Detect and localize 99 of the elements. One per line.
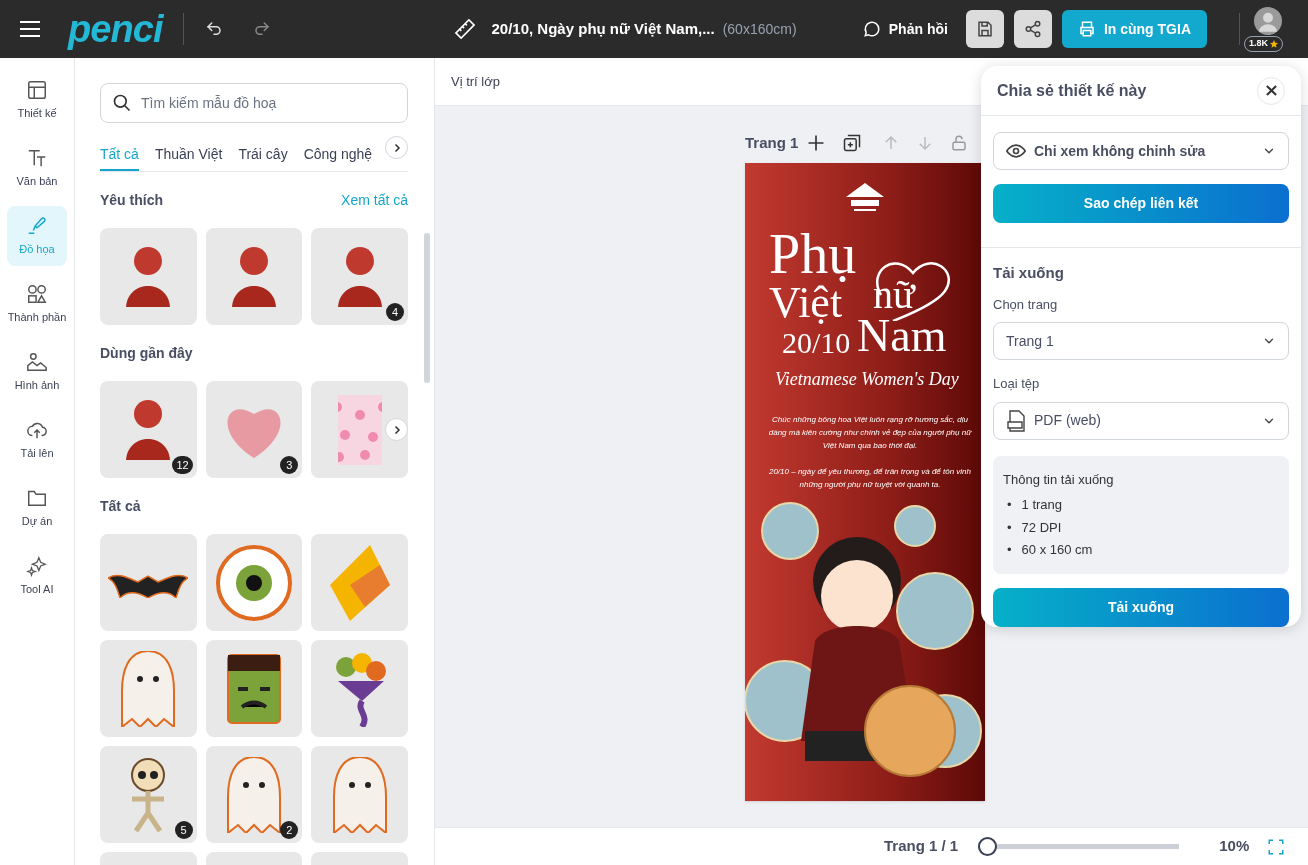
permission-dropdown[interactable]: Chỉ xem không chỉnh sửa [993, 132, 1289, 170]
design-title[interactable]: 20/10, Ngày phụ nữ Việt Nam,... [491, 17, 715, 41]
sticker-thumbnail[interactable] [205, 534, 303, 631]
sidebar-tab[interactable]: Tool AI [7, 546, 67, 606]
sparkle-icon [26, 554, 48, 577]
page-label: Trang 1 [745, 132, 799, 153]
count-badge: 3 [280, 456, 299, 474]
search-icon [112, 93, 132, 113]
sticker-thumbnail[interactable] [311, 381, 408, 478]
poster-heading: Nam [857, 313, 947, 359]
sticker-thumbnail[interactable]: 3 [205, 381, 303, 478]
copy-link-button[interactable]: Sao chép liên kết [993, 184, 1289, 223]
credit-badge: 1.8K [1244, 36, 1283, 52]
figure-drawing [337, 246, 382, 307]
fullscreen-icon[interactable] [1267, 837, 1286, 856]
duplicate-page-icon[interactable] [842, 133, 863, 153]
sticker-thumbnail[interactable]: 4 [311, 228, 408, 325]
file-type-dropdown[interactable]: PDF (web) [993, 401, 1289, 440]
sticker-thumbnail[interactable] [311, 534, 408, 631]
sidebar-tab[interactable]: Văn bản [7, 138, 67, 198]
count-badge: 4 [386, 303, 404, 321]
penci-logo[interactable]: penci [68, 10, 163, 48]
next-button[interactable] [385, 136, 408, 159]
brand-logo [846, 183, 884, 213]
panel-title: Chia sẻ thiết kế này [997, 80, 1147, 101]
poster-heading: Phụ [769, 226, 857, 282]
field-label: Chọn trang [993, 295, 1059, 314]
sidebar-tab[interactable]: Dự án [7, 478, 67, 538]
figure-drawing [126, 246, 171, 307]
bullet: • [1007, 541, 1012, 559]
info-item: 60 x 160 cm [1021, 541, 1093, 559]
star-icon [1270, 39, 1278, 48]
section-title: Yêu thích [100, 191, 163, 210]
poster-subtitle: Vietnamese Women's Day [775, 370, 959, 388]
design-size: (60x160cm) [722, 19, 797, 39]
count-badge: 5 [174, 821, 193, 839]
sticker-thumbnail[interactable] [100, 640, 197, 737]
poster-paragraph: Chúc những bông hoa Việt luôn rạng rỡ hương sắc, dịu dàng mà kiên cường như chính vẻ đẹp của người phụ nữ Việt Nam qua bao thời đại. [767, 414, 973, 452]
section-title: Dùng gần đây [100, 344, 193, 363]
sticker-thumbnail[interactable]: 12 [100, 381, 197, 478]
info-item: 1 trang [1021, 496, 1063, 514]
sticker-thumbnail[interactable] [100, 228, 197, 325]
layout-icon [26, 78, 48, 101]
sticker-thumbnail[interactable] [205, 640, 303, 737]
ruler-icon [453, 18, 476, 40]
poster-heading: Việt [769, 281, 843, 325]
zoom-percentage: 10% [1219, 836, 1250, 857]
chat-bubble-icon [862, 20, 881, 38]
count-badge: 12 [172, 456, 193, 474]
sticker-thumbnail[interactable] [205, 228, 303, 325]
page-dropdown[interactable]: Trang 1 [993, 322, 1289, 360]
field-label: Loại tệp [993, 375, 1041, 393]
count-badge: 2 [280, 821, 299, 839]
bullet: • [1007, 518, 1012, 537]
share-button[interactable] [1013, 10, 1052, 48]
sticker-thumbnail[interactable] [311, 640, 408, 737]
poster-paragraph: 20/10 – ngày để yêu thương, để trân trọng và để tôn vinh những người phụ nữ tuyệt vời quanh ta. [767, 466, 972, 491]
section-heading: Tải xuống [993, 263, 1065, 283]
save-button[interactable] [965, 10, 1004, 48]
heart-pattern-drawing [337, 394, 382, 465]
feedback-button[interactable]: Phản hồi [862, 18, 948, 40]
sticker-thumbnail[interactable] [311, 746, 408, 843]
sidebar-tab[interactable]: Thiết kế [7, 70, 67, 130]
bullet: • [1007, 496, 1012, 514]
eye-icon [1006, 141, 1026, 161]
close-icon [1265, 85, 1277, 96]
shapes-icon [26, 282, 48, 305]
poster[interactable] [745, 163, 985, 801]
poster-heading: nữ [873, 275, 915, 315]
sidebar-tab[interactable]: Hình ảnh [7, 342, 67, 402]
category-tab[interactable]: Trái cây [238, 139, 288, 171]
avatar-icon[interactable] [1254, 7, 1282, 35]
category-tab[interactable]: Công nghệ [303, 139, 373, 171]
add-page-icon[interactable] [806, 133, 827, 153]
pdf-file-icon [1006, 409, 1026, 432]
menu-icon[interactable] [20, 21, 40, 37]
category-tab[interactable]: Thuần Việt [154, 139, 223, 171]
save-icon [975, 20, 994, 38]
page-counter: Trang 1 / 1 [884, 836, 959, 857]
printer-icon [1077, 20, 1096, 38]
brush-icon [26, 214, 48, 237]
image-icon [26, 350, 48, 373]
search-field[interactable]: Tìm kiếm mẫu đồ hoạ [100, 83, 408, 123]
figure-drawing [126, 399, 171, 460]
info-title: Thông tin tải xuống [1003, 470, 1115, 489]
poster-date: 20/10 [782, 328, 851, 358]
slider-thumb[interactable] [978, 837, 998, 856]
figure-drawing [232, 246, 276, 307]
info-item: 72 DPI [1021, 518, 1062, 537]
sidebar-tab[interactable]: Tải lên [7, 410, 67, 470]
sticker-thumbnail[interactable]: 2 [205, 746, 303, 843]
scrollbar-thumb[interactable] [424, 233, 430, 383]
sticker-thumbnail[interactable] [100, 534, 197, 631]
download-button[interactable]: Tải xuống [993, 587, 1289, 627]
share-icon [1023, 20, 1042, 38]
layer-position-button[interactable]: Vị trí lớp [451, 71, 500, 92]
sticker-thumbnail[interactable]: 5 [100, 746, 197, 843]
section-title: Tất cả [100, 497, 141, 516]
sidebar-tab[interactable]: Thành phần [7, 274, 67, 334]
